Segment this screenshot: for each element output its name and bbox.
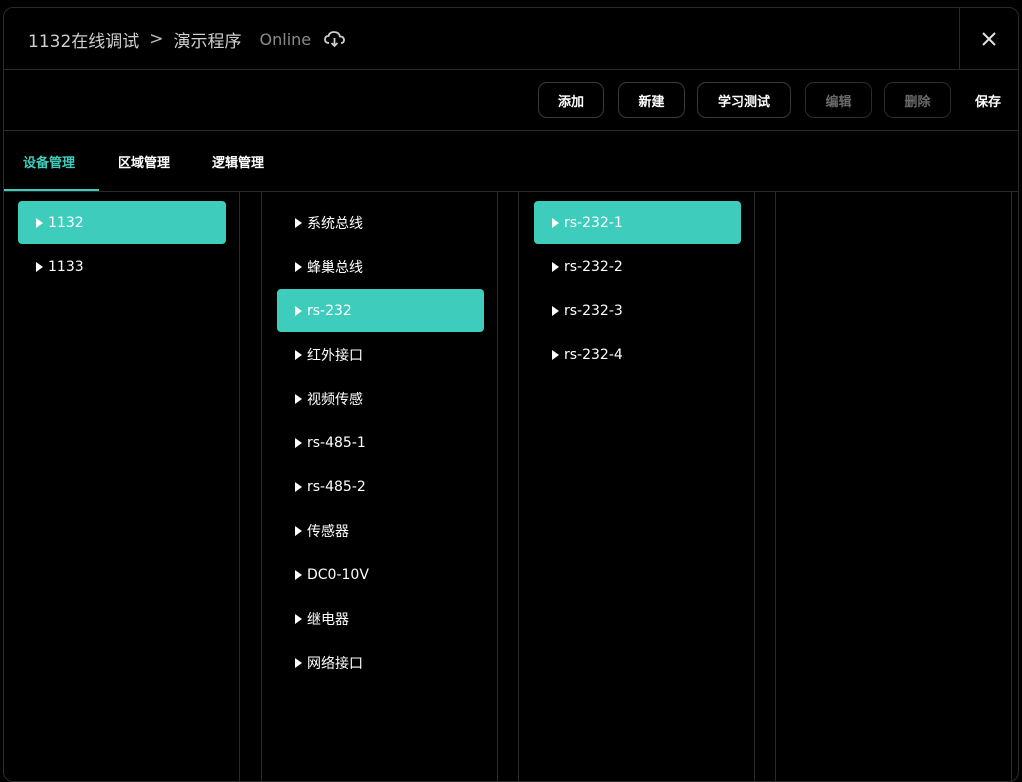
interface-label: 网络接口 — [307, 655, 363, 672]
list-item[interactable]: 1132 — [18, 201, 226, 244]
list-item[interactable]: 视频传感 — [277, 377, 484, 420]
close-button[interactable] — [959, 8, 1018, 69]
list-item[interactable]: 1133 — [18, 245, 226, 288]
port-label: rs-232-2 — [564, 258, 623, 275]
tab-logic-management[interactable]: 逻辑管理 — [212, 131, 264, 191]
breadcrumb-current: 演示程序 — [173, 31, 242, 52]
connection-status: Online — [259, 29, 312, 49]
interface-label: DC0-10V — [307, 566, 369, 583]
tab-device-management[interactable]: 设备管理 — [23, 131, 75, 191]
caret-right-icon — [295, 657, 302, 668]
list-item[interactable]: 蜂巢总线 — [277, 245, 484, 288]
list-item[interactable]: rs-485-2 — [277, 465, 484, 508]
close-icon — [982, 31, 996, 46]
caret-right-icon — [295, 613, 302, 624]
learn-test-button[interactable]: 学习测试 — [697, 82, 791, 118]
interface-label: rs-485-2 — [307, 478, 366, 495]
caret-right-icon — [36, 217, 43, 228]
list-item[interactable]: 系统总线 — [277, 201, 484, 244]
interface-label: 传感器 — [307, 523, 349, 540]
list-item[interactable]: rs-232-1 — [534, 201, 741, 244]
delete-button[interactable]: 删除 — [884, 82, 951, 118]
edit-button[interactable]: 编辑 — [805, 82, 872, 118]
device-label: 1133 — [48, 258, 84, 275]
interface-label: rs-485-1 — [307, 434, 366, 451]
caret-right-icon — [295, 217, 302, 228]
tab-bar: 设备管理 区域管理 逻辑管理 — [4, 131, 1018, 192]
window-header: 1132在线调试 > 演示程序 Online — [4, 8, 1018, 70]
breadcrumb-root[interactable]: 1132在线调试 — [28, 27, 139, 52]
list-item[interactable]: rs-232-4 — [534, 333, 741, 376]
port-label: rs-232-4 — [564, 346, 623, 363]
detail-column — [775, 191, 1012, 781]
tab-area-management[interactable]: 区域管理 — [118, 131, 170, 191]
new-button[interactable]: 新建 — [618, 82, 685, 118]
interface-label: 蜂巢总线 — [307, 259, 363, 276]
device-label: 1132 — [48, 214, 84, 231]
device-column: 1132 1133 — [4, 191, 240, 781]
caret-right-icon — [295, 481, 302, 492]
list-item[interactable]: rs-232-3 — [534, 289, 741, 332]
list-item[interactable]: rs-232-2 — [534, 245, 741, 288]
caret-right-icon — [552, 305, 559, 316]
caret-right-icon — [295, 261, 302, 272]
list-item[interactable]: 传感器 — [277, 509, 484, 552]
add-button[interactable]: 添加 — [538, 82, 604, 118]
port-label: rs-232-3 — [564, 302, 623, 319]
caret-right-icon — [295, 437, 302, 448]
port-label: rs-232-1 — [564, 214, 623, 231]
caret-right-icon — [552, 349, 559, 360]
list-item[interactable]: 红外接口 — [277, 333, 484, 376]
save-button[interactable]: 保存 — [975, 82, 1001, 118]
list-item[interactable]: 继电器 — [277, 597, 484, 640]
list-item[interactable]: rs-485-1 — [277, 421, 484, 464]
cloud-sync-icon — [323, 29, 347, 49]
breadcrumb-separator: > — [149, 29, 164, 49]
debug-window: 1132在线调试 > 演示程序 Online 添加 新建 学习测试 编辑 删除 … — [3, 7, 1019, 782]
caret-right-icon — [295, 349, 302, 360]
interface-label: 系统总线 — [307, 215, 363, 232]
caret-right-icon — [295, 305, 302, 316]
caret-right-icon — [36, 261, 43, 272]
list-item[interactable]: 网络接口 — [277, 641, 484, 684]
caret-right-icon — [295, 569, 302, 580]
interface-label: rs-232 — [307, 302, 352, 319]
toolbar: 添加 新建 学习测试 编辑 删除 保存 — [4, 70, 1018, 131]
breadcrumb: 1132在线调试 > 演示程序 Online — [28, 27, 347, 52]
interface-column: 系统总线 蜂巢总线 rs-232 红外接口 视频传感 rs-485-1 rs-4… — [261, 191, 498, 781]
caret-right-icon — [295, 525, 302, 536]
caret-right-icon — [295, 393, 302, 404]
port-column: rs-232-1 rs-232-2 rs-232-3 rs-232-4 — [518, 191, 755, 781]
caret-right-icon — [552, 261, 559, 272]
list-item[interactable]: DC0-10V — [277, 553, 484, 596]
list-item[interactable]: rs-232 — [277, 289, 484, 332]
interface-label: 继电器 — [307, 611, 349, 628]
caret-right-icon — [552, 217, 559, 228]
interface-label: 红外接口 — [307, 347, 363, 364]
interface-label: 视频传感 — [307, 391, 363, 408]
